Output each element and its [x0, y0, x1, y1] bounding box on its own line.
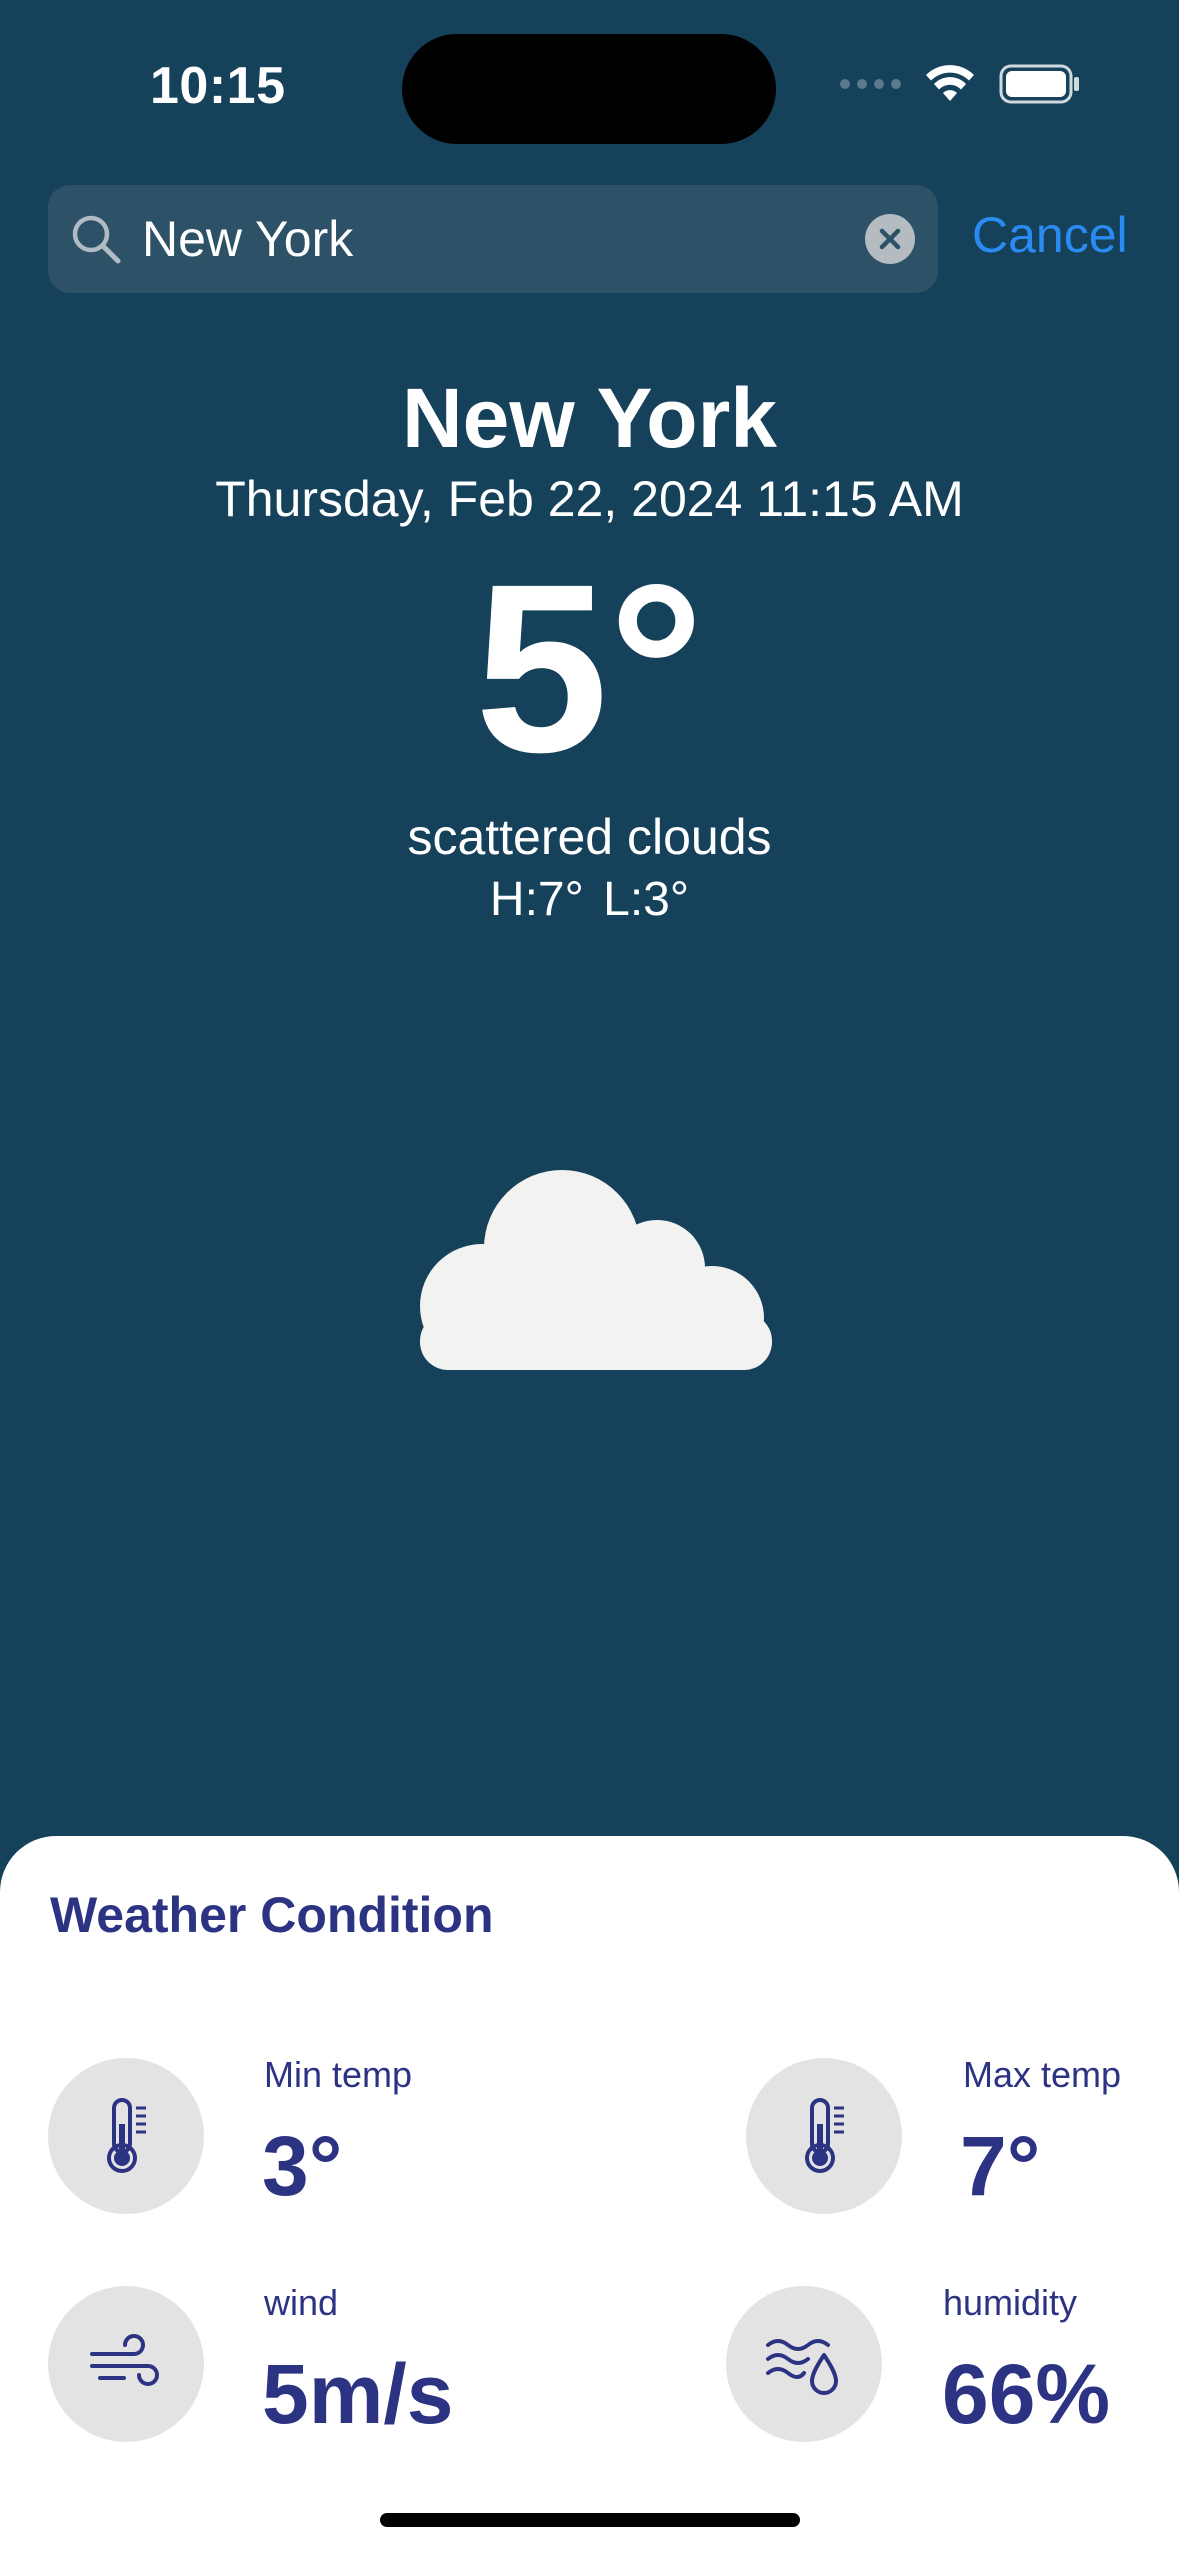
min-temp-icon-circle: [48, 2058, 204, 2214]
home-indicator[interactable]: [380, 2513, 800, 2527]
search-icon: [72, 215, 121, 264]
cloud-icon: [420, 1170, 772, 1370]
weather-condition-sheet: Weather Condition Min temp 3° Max temp 7…: [0, 1836, 1179, 2556]
cancel-button[interactable]: Cancel: [972, 206, 1128, 264]
wind-label: wind: [264, 2282, 339, 2323]
status-icons: [840, 64, 1081, 104]
weather-condition: scattered clouds: [407, 809, 772, 865]
thermometer-icon: [107, 2098, 146, 2173]
max-temp-value: 7°: [960, 2119, 1041, 2213]
humidity-label: humidity: [943, 2282, 1078, 2323]
wind-value: 5m/s: [262, 2347, 454, 2441]
city-name: New York: [401, 371, 778, 465]
sheet-title: Weather Condition: [50, 1887, 494, 1943]
humidity-value: 66%: [942, 2347, 1111, 2441]
current-temperature: 5°: [474, 534, 705, 802]
wind-icon-circle: [48, 2286, 204, 2442]
search-bar[interactable]: [48, 185, 938, 293]
clear-search-icon[interactable]: [864, 213, 916, 265]
wifi-icon: [926, 65, 974, 101]
cellular-signal-icon: [840, 79, 901, 89]
wind-icon: [90, 2334, 159, 2386]
thermometer-icon: [805, 2098, 844, 2173]
high-low-temperature: H:7° L:3°: [489, 873, 690, 926]
weather-screen: 10:15 Cancel New York Thursday,: [0, 0, 1179, 2556]
dynamic-island: [402, 34, 776, 144]
humidity-icon: [766, 2339, 838, 2395]
min-temp-value: 3°: [262, 2119, 343, 2213]
status-time: 10:15: [150, 57, 286, 115]
date-time: Thursday, Feb 22, 2024 11:15 AM: [215, 471, 964, 527]
max-temp-label: Max temp: [963, 2054, 1122, 2095]
humidity-icon-circle: [726, 2286, 882, 2442]
max-temp-icon-circle: [746, 2058, 902, 2214]
search-input[interactable]: [142, 210, 864, 268]
battery-icon: [999, 64, 1079, 104]
min-temp-label: Min temp: [264, 2054, 413, 2095]
